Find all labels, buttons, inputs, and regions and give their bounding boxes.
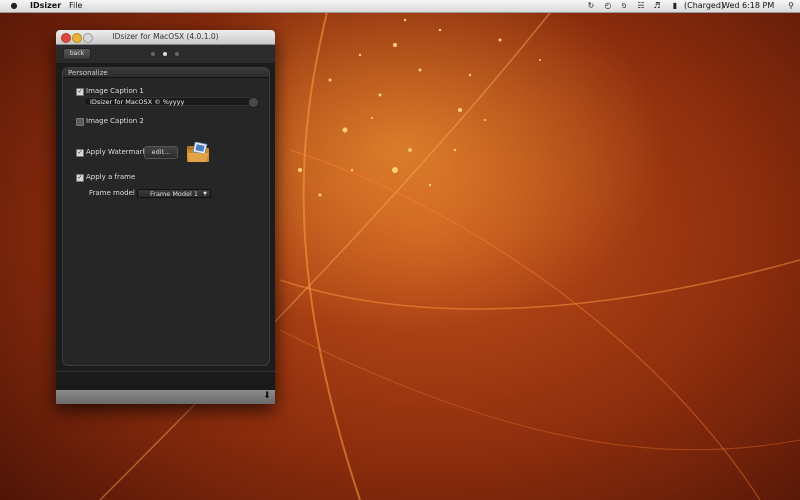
caption2-checkbox[interactable]: [76, 118, 84, 126]
page-indicator-1[interactable]: [151, 52, 155, 56]
menu-app-name[interactable]: IDsizer: [30, 0, 61, 12]
clock[interactable]: Wed 6:18 PM: [722, 0, 774, 12]
back-button[interactable]: back: [63, 48, 91, 60]
window-titlebar[interactable]: IDsizer for MacOSX (4.0.1.0): [56, 30, 275, 45]
caption1-label: Image Caption 1: [86, 87, 144, 95]
frame-model-value: Frame Model 1: [150, 190, 199, 198]
window-toolbar: back: [56, 45, 275, 63]
minimize-window-button[interactable]: [72, 33, 82, 43]
watermark-edit-button[interactable]: edit...: [144, 146, 178, 159]
volume-icon[interactable]: ♬: [652, 1, 662, 11]
download-arrow-icon[interactable]: ⬇: [262, 391, 272, 402]
bottom-bar: ⬇: [56, 390, 275, 404]
chevron-down-icon: ▼: [203, 191, 207, 197]
caption1-input[interactable]: IDsizer for MacOSX © %yyyy: [83, 97, 253, 106]
bluetooth-icon[interactable]: פ: [619, 1, 629, 11]
spotlight-search-icon[interactable]: ⚲: [786, 1, 796, 11]
window-title: IDsizer for MacOSX (4.0.1.0): [112, 32, 219, 41]
status-bar: [56, 371, 275, 391]
panel-header: Personalize: [63, 68, 269, 78]
page-indicator-3[interactable]: [175, 52, 179, 56]
watermark-checkbox[interactable]: ✓: [76, 149, 84, 157]
frame-model-label: Frame model: [89, 189, 135, 197]
caption2-label: Image Caption 2: [86, 117, 144, 125]
menu-bar: ● IDsizer File ↻ ◴ פ ☵ ♬ ▮ (Charged) Wed…: [0, 0, 800, 13]
frame-checkbox[interactable]: ✓: [76, 174, 84, 182]
personalize-panel: Personalize ✓ Image Caption 1 IDsizer fo…: [62, 67, 270, 366]
watermark-label: Apply Watermark: [86, 148, 147, 156]
battery-icon[interactable]: ▮: [669, 1, 681, 11]
close-window-button[interactable]: [61, 33, 71, 43]
frame-label: Apply a frame: [86, 173, 136, 181]
apple-logo-icon[interactable]: ●: [9, 1, 19, 11]
battery-status: (Charged): [684, 1, 725, 10]
page-indicator-2[interactable]: [163, 52, 167, 56]
wifi-icon[interactable]: ☵: [636, 1, 646, 11]
time-machine-icon[interactable]: ◴: [603, 1, 613, 11]
sync-icon[interactable]: ↻: [586, 1, 596, 11]
zoom-window-button[interactable]: [83, 33, 93, 43]
app-window: IDsizer for MacOSX (4.0.1.0) back Person…: [56, 30, 275, 404]
caption-options-knob[interactable]: [248, 97, 259, 108]
menu-file[interactable]: File: [69, 0, 82, 12]
frame-model-select[interactable]: Frame Model 1 ▼: [137, 189, 211, 198]
folder-image-icon[interactable]: [185, 142, 211, 164]
caption1-checkbox[interactable]: ✓: [76, 88, 84, 96]
